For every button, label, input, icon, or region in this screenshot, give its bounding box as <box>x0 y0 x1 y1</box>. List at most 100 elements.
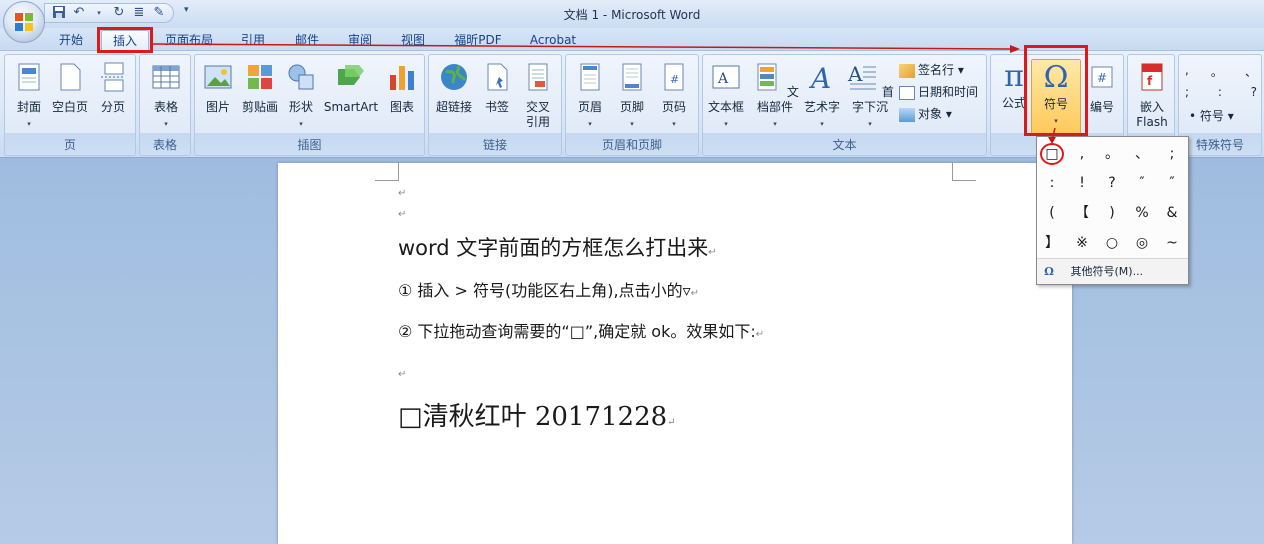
symbol-cell[interactable]: ; <box>1157 139 1187 169</box>
redo-icon[interactable]: ↻ <box>111 5 127 21</box>
hyperlink-button[interactable]: 超链接 <box>431 61 477 115</box>
symbol-cell[interactable]: ◎ <box>1127 228 1157 258</box>
tab-page-layout[interactable]: 页面布局 <box>158 30 220 50</box>
save-icon[interactable] <box>51 5 67 21</box>
group-special-symbols: , 。 、 ; : ? • 符号 ▾ 特殊符号 <box>1178 54 1262 156</box>
tab-mailings[interactable]: 邮件 <box>286 30 328 50</box>
symbol-cell[interactable]: , <box>1067 139 1097 169</box>
clipart-button[interactable]: 剪贴画 <box>239 61 281 115</box>
format-icon[interactable]: ≣ <box>131 5 147 21</box>
symbol-cell[interactable]: ※ <box>1067 228 1097 258</box>
special-char[interactable]: 、 <box>1245 63 1257 80</box>
page-number-icon: # <box>664 63 684 91</box>
bookmark-button[interactable]: 书签 <box>479 61 515 115</box>
undo-dropdown-icon[interactable]: ▾ <box>91 5 107 21</box>
picture-button[interactable]: 图片 <box>199 61 237 115</box>
page-number-button[interactable]: # 页码 ▾ <box>654 61 694 132</box>
symbol-cell[interactable]: ″ <box>1127 168 1157 198</box>
more-symbols-label: 其他符号(M)... <box>1070 265 1144 278</box>
symbol-cell[interactable]: ? <box>1097 168 1127 198</box>
symbol-cell[interactable]: % <box>1127 198 1157 228</box>
highlight-symbol-button <box>1024 45 1088 136</box>
tab-view[interactable]: 视图 <box>392 30 434 50</box>
special-char[interactable]: 。 <box>1211 63 1223 80</box>
table-dropdown-icon: ▾ <box>164 120 168 128</box>
smartart-label: SmartArt <box>323 100 379 114</box>
quick-parts-button[interactable]: 文档部件 ▾ <box>749 61 801 132</box>
special-char[interactable]: : <box>1218 85 1222 99</box>
quick-parts-icon <box>757 63 777 91</box>
symbol-cell[interactable]: 。 <box>1097 139 1127 169</box>
doc-step-1: ① 插入 > 符号(功能区右上角),点击小的▿↵ <box>398 277 699 301</box>
footer-button[interactable]: 页脚 ▾ <box>612 61 652 132</box>
globe-icon <box>441 64 467 90</box>
chart-label: 图表 <box>389 100 414 114</box>
object-icon <box>899 107 915 122</box>
paragraph-mark: ↵ <box>398 369 407 380</box>
wordart-dropdown-icon: ▾ <box>820 120 824 128</box>
embed-flash-button[interactable]: f 嵌入 Flash <box>1130 61 1174 130</box>
group-header-footer-label: 页眉和页脚 <box>601 138 662 152</box>
symbol-cell[interactable]: ( <box>1037 198 1067 228</box>
symbol-cell[interactable]: ○ <box>1097 228 1127 258</box>
group-table-label: 表格 <box>152 138 177 152</box>
table-icon <box>152 65 180 89</box>
symbol-cell[interactable]: 、 <box>1127 139 1157 169</box>
tab-review[interactable]: 审阅 <box>339 30 381 50</box>
number-label: 编号 <box>1089 100 1114 114</box>
special-symbol-button[interactable]: • 符号 ▾ <box>1189 107 1234 124</box>
wordart-button[interactable]: A 艺术字 ▾ <box>801 61 843 132</box>
svg-text:A: A <box>847 62 863 86</box>
tab-references[interactable]: 引用 <box>232 30 274 50</box>
symbol-cell[interactable]: ″ <box>1157 168 1187 198</box>
flash-icon: f <box>1141 63 1163 91</box>
omega-icon: Ω <box>1044 265 1054 278</box>
symbol-cell[interactable]: 【 <box>1067 198 1097 228</box>
special-char[interactable]: ? <box>1251 85 1257 99</box>
table-button[interactable]: 表格 ▾ <box>144 61 188 132</box>
drop-cap-button[interactable]: A 首字下沉 ▾ <box>845 61 895 132</box>
blank-page-icon <box>60 63 81 91</box>
signature-line-button[interactable]: 签名行 ▾ <box>899 61 964 79</box>
office-button[interactable] <box>3 1 45 43</box>
page-break-button[interactable]: 分页 <box>93 61 133 115</box>
undo-icon[interactable]: ↶ <box>71 5 87 21</box>
symbol-cell[interactable]: & <box>1157 198 1187 228</box>
group-illustrations-label: 插图 <box>297 138 322 152</box>
special-char[interactable]: , <box>1185 63 1189 80</box>
smartart-button[interactable]: SmartArt <box>321 61 381 115</box>
symbol-cell[interactable]: ~ <box>1157 228 1187 258</box>
more-symbols-button[interactable]: Ω 其他符号(M)... <box>1037 258 1188 284</box>
object-button[interactable]: 对象 ▾ <box>899 105 952 123</box>
calendar-icon <box>899 85 915 100</box>
document-page[interactable] <box>278 163 1072 544</box>
blank-page-button[interactable]: 空白页 <box>49 61 91 115</box>
symbol-cell[interactable]: 】 <box>1037 228 1067 258</box>
embed-flash-label-1: 嵌入 <box>1139 100 1164 114</box>
tab-foxit-pdf[interactable]: 福昕PDF <box>446 30 510 50</box>
svg-text:f: f <box>1147 74 1153 88</box>
cross-reference-button[interactable]: 交叉 引用 <box>517 61 559 130</box>
special-char[interactable]: ; <box>1185 85 1189 99</box>
cover-label: 封面 <box>16 100 41 114</box>
number-button[interactable]: # 编号 <box>1083 61 1121 115</box>
cover-button[interactable]: 封面 ▾ <box>9 61 49 132</box>
table-label: 表格 <box>153 100 178 114</box>
chart-button[interactable]: 图表 <box>383 61 421 115</box>
symbol-cell[interactable]: : <box>1037 168 1067 198</box>
header-button[interactable]: 页眉 ▾ <box>570 61 610 132</box>
symbol-cell[interactable]: ! <box>1067 168 1097 198</box>
footer-dropdown-icon: ▾ <box>630 120 634 128</box>
textbox-button[interactable]: A 文本框 ▾ <box>705 61 747 132</box>
customize-qat-icon[interactable]: ▾ <box>184 5 189 15</box>
textbox-icon: A <box>712 65 740 89</box>
edit-icon[interactable]: ✎ <box>151 5 167 21</box>
symbol-cell[interactable]: ) <box>1097 198 1127 228</box>
tab-acrobat[interactable]: Acrobat <box>522 30 584 50</box>
margin-corner-left <box>375 163 399 181</box>
tab-home[interactable]: 开始 <box>50 30 92 50</box>
shapes-button[interactable]: 形状 ▾ <box>283 61 319 132</box>
doc-result: □清秋红叶 20171228↵ <box>398 396 676 433</box>
date-time-button[interactable]: 日期和时间 <box>899 83 978 101</box>
header-label: 页眉 <box>577 100 602 114</box>
